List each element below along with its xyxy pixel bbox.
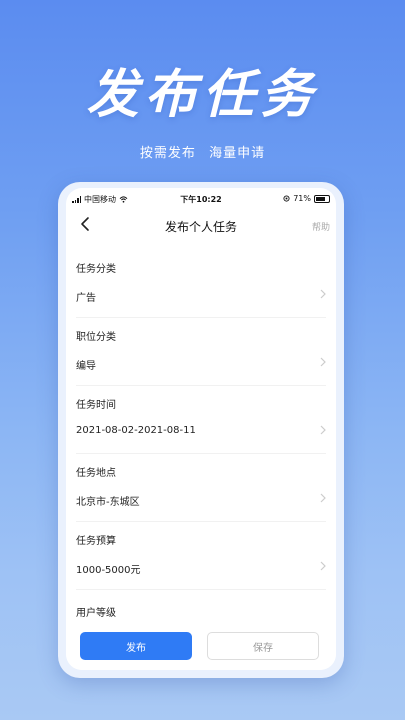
orientation-lock-icon xyxy=(283,195,290,202)
field-label: 任务预算 xyxy=(76,536,116,547)
hero-subtitle: 按需发布 海量申请 xyxy=(0,142,405,161)
field-task-location[interactable]: 任务地点 北京市-东城区 xyxy=(66,454,336,522)
field-value: 2021-08-02-2021-08-11 xyxy=(76,425,196,436)
field-value: 广告 xyxy=(76,293,96,304)
battery-icon xyxy=(314,194,330,203)
field-task-budget[interactable]: 任务预算 1000-5000元 xyxy=(66,522,336,590)
field-task-time[interactable]: 任务时间 2021-08-02-2021-08-11 xyxy=(66,386,336,454)
nav-bar: 发布个人任务 帮助 xyxy=(66,210,336,238)
field-label: 任务分类 xyxy=(76,264,116,275)
field-label: 任务地点 xyxy=(76,468,116,479)
hero-title: 发布任务 xyxy=(86,65,319,125)
chevron-right-icon xyxy=(320,425,326,435)
field-label: 职位分类 xyxy=(76,332,116,343)
chevron-right-icon xyxy=(320,289,326,299)
field-value: 1000-5000元 xyxy=(76,565,141,576)
chevron-right-icon xyxy=(320,357,326,367)
field-value: 编导 xyxy=(76,361,96,372)
field-job-category[interactable]: 职位分类 编导 xyxy=(66,318,336,386)
publish-button[interactable]: 发布 xyxy=(80,632,192,660)
status-bar: 中国移动 下午10:22 71% xyxy=(66,188,336,208)
chevron-right-icon xyxy=(320,493,326,503)
battery-text: 71% xyxy=(293,194,311,203)
phone-screen: 中国移动 下午10:22 71% 发布个人任务 帮助 任务分类 广告 职位分类 … xyxy=(66,188,336,670)
field-task-category[interactable]: 任务分类 广告 xyxy=(66,250,336,318)
field-value: 北京市-东城区 xyxy=(76,497,140,508)
phone-frame: 中国移动 下午10:22 71% 发布个人任务 帮助 任务分类 广告 职位分类 … xyxy=(58,182,344,678)
status-right: 71% xyxy=(283,194,330,203)
footer-actions: 发布 保存 xyxy=(66,624,336,670)
hero-subtitle-left: 按需发布 xyxy=(139,146,196,161)
task-form: 任务分类 广告 职位分类 编导 任务时间 2021-08-02-2021-08-… xyxy=(66,250,336,658)
page-title: 发布个人任务 xyxy=(164,220,237,234)
field-label: 用户等级 xyxy=(76,608,116,619)
chevron-right-icon xyxy=(320,561,326,571)
hero-subtitle-right: 海量申请 xyxy=(209,146,266,161)
save-button[interactable]: 保存 xyxy=(207,632,319,660)
field-label: 任务时间 xyxy=(76,400,116,411)
help-link[interactable]: 帮助 xyxy=(312,220,330,233)
